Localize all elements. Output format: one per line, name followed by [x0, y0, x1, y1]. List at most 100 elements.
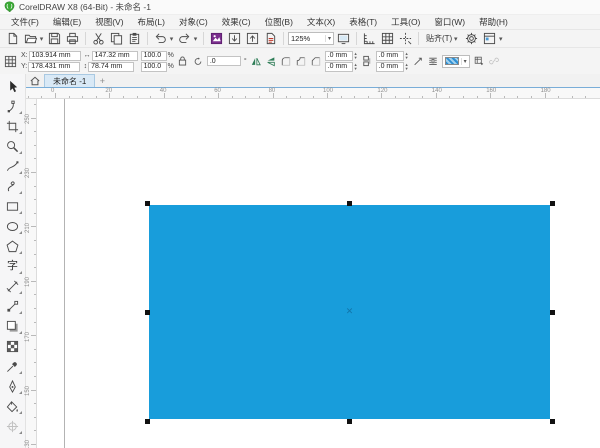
freehand-tool[interactable]	[2, 156, 24, 176]
rotate-icon	[192, 56, 204, 67]
x-position-field[interactable]: 103.914 mm	[28, 50, 81, 61]
import-icon[interactable]	[226, 31, 243, 47]
polygon-tool[interactable]	[2, 236, 24, 256]
ruler-tick	[31, 444, 36, 445]
round-corner-icon[interactable]	[280, 56, 292, 67]
menu-item-3[interactable]: 布局(L)	[131, 15, 172, 29]
scale-v-field[interactable]: 100.0	[140, 61, 167, 72]
rectangle-tool[interactable]	[2, 196, 24, 216]
zoom-level-select[interactable]: 125% ▾	[288, 32, 334, 45]
color-eyedropper-tool[interactable]	[2, 356, 24, 376]
wrap-paragraph-text-icon[interactable]	[427, 56, 439, 67]
relative-corner-scaling-icon[interactable]	[412, 56, 424, 67]
zoom-tool[interactable]	[2, 136, 24, 156]
application-launcher-icon[interactable]	[481, 31, 498, 47]
menu-item-4[interactable]: 对象(C)	[172, 15, 215, 29]
publish-pdf-icon[interactable]	[262, 31, 279, 47]
print-icon[interactable]	[64, 31, 81, 47]
options-gear-icon[interactable]	[463, 31, 480, 47]
ruler-tick	[571, 96, 573, 98]
menu-item-10[interactable]: 窗口(W)	[427, 15, 472, 29]
show-guidelines-icon[interactable]	[397, 31, 414, 47]
cut-icon[interactable]	[90, 31, 107, 47]
drawing-canvas[interactable]: ✕	[37, 99, 600, 448]
zoom-level-value: 125%	[291, 34, 311, 43]
selection-handle[interactable]	[144, 418, 150, 424]
y-position-field[interactable]: 178.431 mm	[28, 61, 81, 72]
selection-handle[interactable]	[347, 200, 352, 206]
crop-tool[interactable]	[2, 116, 24, 136]
ruler-label: 120	[377, 88, 388, 94]
tab-untitled-1[interactable]: 未命名 -1	[44, 74, 96, 87]
selection-handle[interactable]	[549, 200, 555, 206]
ruler-tick	[34, 199, 36, 201]
menu-item-2[interactable]: 视图(V)	[88, 15, 130, 29]
object-height-field[interactable]: 78.74 mm	[88, 61, 135, 72]
corner-radius-br-field[interactable]: .0 mm	[375, 61, 404, 72]
quick-customize-icon[interactable]	[473, 56, 485, 67]
lock-ratio-icon[interactable]	[177, 56, 189, 67]
scale-h-field[interactable]: 100.0	[140, 50, 167, 61]
selection-handle[interactable]	[549, 418, 555, 424]
edit-corners-together-icon[interactable]	[361, 55, 373, 67]
selection-handle[interactable]	[144, 309, 150, 315]
rotation-angle-field[interactable]: .0	[206, 56, 241, 66]
ruler-tick	[34, 185, 36, 187]
object-width-field[interactable]: 147.32 mm	[91, 50, 138, 61]
stepper-icon[interactable]: ▲ ▼	[354, 62, 358, 71]
vertical-ruler[interactable]: 250 230 210 190 170 150 130	[25, 99, 37, 448]
fullscreen-preview-icon[interactable]	[335, 31, 352, 47]
ellipse-tool[interactable]	[2, 216, 24, 236]
copy-icon[interactable]	[108, 31, 125, 47]
mirror-horizontal-icon[interactable]	[250, 56, 262, 67]
search-content-icon[interactable]	[208, 31, 225, 47]
horizontal-ruler[interactable]: 0 20 40 60 80 100 120 140 160 180	[26, 88, 600, 99]
chamfered-corner-icon[interactable]	[310, 56, 322, 67]
corner-radius-tl-field[interactable]: .0 mm	[324, 50, 353, 61]
save-icon[interactable]	[46, 31, 63, 47]
object-size-fields: ↔ 147.32 mm ↕ 78.74 mm	[84, 50, 138, 72]
pick-tool[interactable]	[2, 76, 24, 96]
mirror-vertical-icon[interactable]	[265, 56, 277, 67]
menu-item-0[interactable]: 文件(F)	[4, 15, 46, 29]
menu-item-9[interactable]: 工具(O)	[384, 15, 427, 29]
undo-icon[interactable]	[152, 31, 169, 47]
show-grid-icon[interactable]	[379, 31, 396, 47]
selection-handle[interactable]	[144, 200, 150, 206]
shape-tool[interactable]	[2, 96, 24, 116]
paste-icon[interactable]	[126, 31, 143, 47]
transparency-tool[interactable]	[2, 336, 24, 356]
snap-to-dropdown[interactable]: 贴齐(T) ▾	[423, 31, 462, 46]
fill-tool[interactable]	[2, 396, 24, 416]
show-rulers-icon[interactable]	[361, 31, 378, 47]
corner-radius-bl-field[interactable]: .0 mm	[324, 61, 353, 72]
parallel-dimension-tool[interactable]	[2, 276, 24, 296]
new-document-icon[interactable]	[4, 31, 21, 47]
redo-icon[interactable]	[176, 31, 193, 47]
menu-item-8[interactable]: 表格(T)	[342, 15, 384, 29]
menu-item-1[interactable]: 编辑(E)	[46, 15, 88, 29]
menu-item-11[interactable]: 帮助(H)	[472, 15, 515, 29]
connector-tool[interactable]	[2, 296, 24, 316]
menu-item-7[interactable]: 文本(X)	[300, 15, 342, 29]
drop-shadow-tool[interactable]	[2, 316, 24, 336]
selection-handle[interactable]	[549, 309, 555, 315]
stepper-icon[interactable]: ▲ ▼	[354, 51, 358, 60]
text-tool[interactable]: 字	[2, 256, 24, 276]
menu-item-6[interactable]: 位图(B)	[258, 15, 300, 29]
stepper-icon[interactable]: ▲ ▼	[405, 51, 409, 60]
selection-handle[interactable]	[347, 418, 352, 424]
new-tab-button[interactable]: +	[95, 74, 109, 87]
outline-pen-tool[interactable]	[2, 376, 24, 396]
open-folder-icon[interactable]	[22, 31, 39, 47]
corner-radius-tr-field[interactable]: .0 mm	[375, 50, 404, 61]
menu-item-5[interactable]: 效果(C)	[215, 15, 258, 29]
stepper-icon[interactable]: ▲ ▼	[405, 62, 409, 71]
export-icon[interactable]	[244, 31, 261, 47]
object-position-grid-icon[interactable]	[3, 54, 18, 68]
interactive-fill-tool[interactable]	[2, 416, 24, 436]
outline-width-select[interactable]: ▾	[441, 54, 470, 68]
artistic-media-tool[interactable]	[2, 176, 24, 196]
home-icon[interactable]	[26, 74, 44, 87]
scalloped-corner-icon[interactable]	[295, 56, 307, 67]
